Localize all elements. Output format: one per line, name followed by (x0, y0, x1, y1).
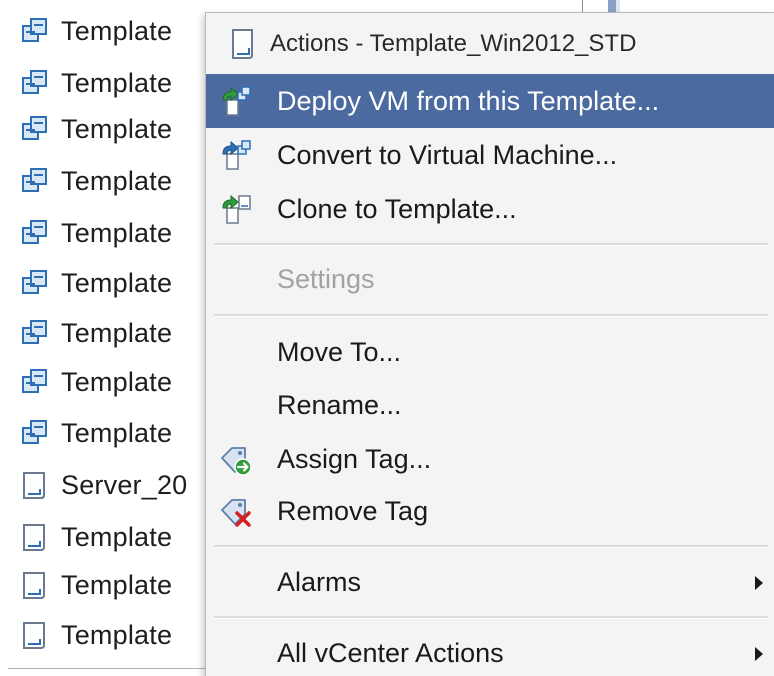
template-folder-icon (22, 168, 47, 192)
menu-item-label: All vCenter Actions (277, 638, 504, 668)
menu-item-clone-template[interactable]: Clone to Template... (206, 182, 774, 236)
menu-separator (214, 616, 768, 619)
tree-item[interactable]: Template (20, 360, 215, 404)
tree-item-label: Template (61, 217, 173, 248)
menu-separator (214, 545, 768, 548)
menu-item-label: Clone to Template... (277, 194, 517, 224)
menu-item-settings: Settings (206, 252, 774, 306)
menu-item-label: Remove Tag (277, 496, 429, 526)
menu-item-remove-tag[interactable]: Remove Tag (206, 484, 774, 538)
context-menu: Actions - Template_Win2012_STD Deploy VM… (205, 12, 774, 676)
menu-item-label: Move To... (277, 337, 402, 367)
clone-template-icon (222, 194, 251, 224)
tree-divider (8, 668, 208, 669)
tree-item-label: Template (61, 15, 173, 46)
tree-item[interactable]: Server_20 (20, 463, 215, 507)
tree-item-label: Template (61, 317, 173, 348)
tree-item[interactable]: Template (20, 515, 215, 559)
remove-tag-icon (221, 499, 251, 527)
tree-item[interactable]: Template (20, 311, 215, 355)
menu-item-move-to[interactable]: Move To... (206, 325, 774, 379)
menu-item-label: Assign Tag... (277, 444, 432, 474)
tree-item[interactable]: Template (20, 211, 215, 255)
menu-separator (214, 243, 768, 246)
tree-item-label: Template (61, 267, 173, 298)
menu-item-assign-tag[interactable]: Assign Tag... (206, 432, 774, 486)
tree-item[interactable]: Template (20, 613, 215, 657)
menu-separator (214, 314, 768, 317)
tree-item[interactable]: Template (20, 107, 215, 151)
tree-item[interactable]: Template (20, 411, 215, 455)
screen: Template Template Template Template Temp… (0, 0, 774, 676)
vm-template-icon (23, 524, 45, 551)
template-folder-icon (22, 420, 47, 444)
vm-template-icon (23, 572, 45, 599)
template-folder-icon (22, 220, 47, 244)
tree-item[interactable]: Template (20, 159, 215, 203)
inventory-tree: Template Template Template Template Temp… (0, 0, 215, 676)
tree-item-label: Template (61, 417, 173, 448)
menu-item-alarms[interactable]: Alarms (206, 555, 774, 609)
tree-item[interactable]: Template (20, 9, 215, 53)
tree-item[interactable]: Template (20, 61, 215, 105)
vm-template-icon (23, 622, 45, 649)
vm-template-icon (23, 472, 45, 499)
template-folder-icon (22, 369, 47, 393)
template-folder-icon (22, 116, 47, 140)
menu-item-label: Deploy VM from this Template... (277, 86, 660, 116)
template-folder-icon (22, 270, 47, 294)
menu-item-all-vcenter-actions[interactable]: All vCenter Actions (206, 626, 774, 676)
menu-item-label: Rename... (277, 390, 402, 420)
tree-item-label: Template (61, 113, 173, 144)
menu-item-label: Settings (277, 264, 375, 294)
tree-item-label: Template (61, 569, 173, 600)
template-folder-icon (22, 18, 47, 42)
tree-item-label: Template (61, 165, 173, 196)
context-menu-title: Actions - Template_Win2012_STD (270, 30, 637, 57)
tree-item-label: Template (61, 366, 173, 397)
vm-template-icon (232, 29, 253, 59)
menu-item-rename[interactable]: Rename... (206, 378, 774, 432)
submenu-arrow-icon (755, 576, 763, 590)
template-folder-icon (22, 70, 47, 94)
submenu-arrow-icon (755, 647, 763, 661)
tree-item-label: Server_20 (61, 469, 188, 500)
assign-tag-icon (221, 447, 252, 476)
context-menu-header: Actions - Template_Win2012_STD (206, 13, 774, 73)
menu-item-deploy-vm[interactable]: Deploy VM from this Template... (206, 74, 774, 128)
deploy-vm-icon (222, 86, 251, 116)
tree-item[interactable]: Template (20, 261, 215, 305)
tree-item-label: Template (61, 619, 173, 650)
convert-vm-icon (222, 140, 251, 170)
tree-item-label: Template (61, 67, 173, 98)
menu-item-label: Convert to Virtual Machine... (277, 140, 618, 170)
menu-item-convert-vm[interactable]: Convert to Virtual Machine... (206, 128, 774, 182)
tree-item[interactable]: Template (20, 563, 215, 607)
tree-item-label: Template (61, 521, 173, 552)
menu-item-label: Alarms (277, 567, 362, 597)
template-folder-icon (22, 320, 47, 344)
